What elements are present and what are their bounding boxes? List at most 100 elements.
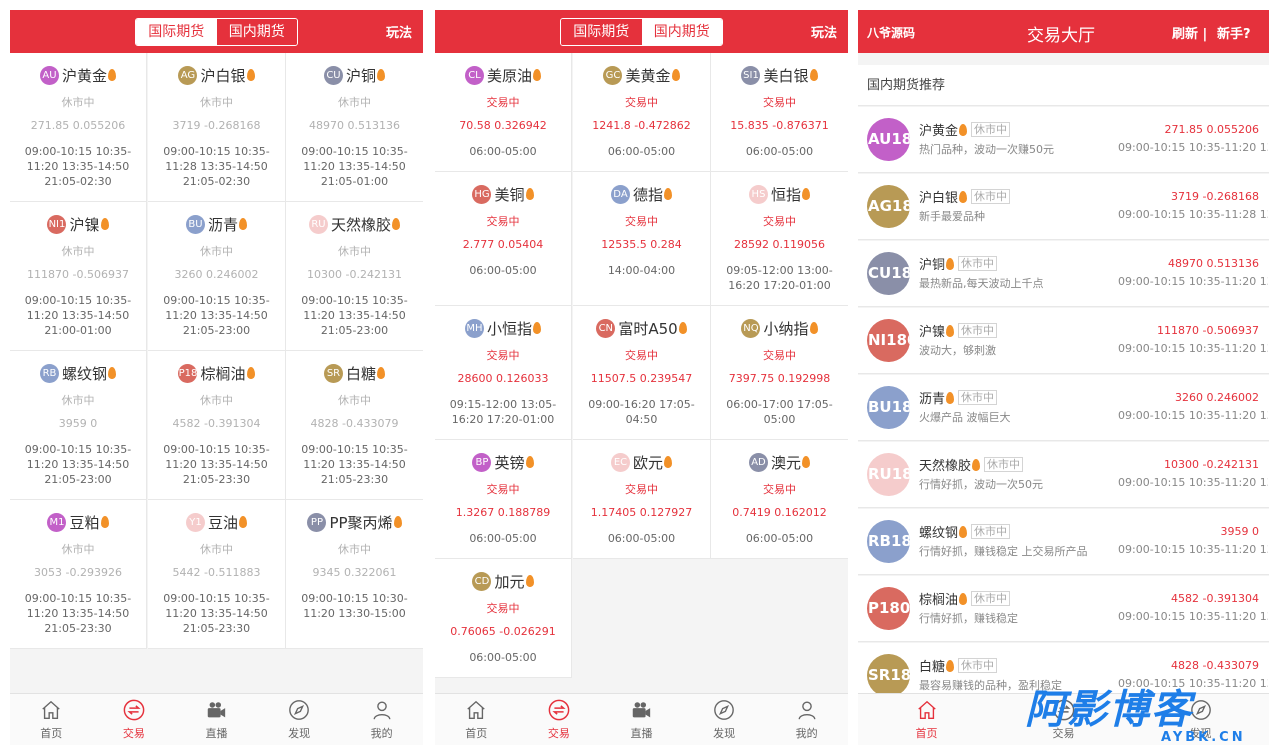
futures-cell[interactable]: AD 澳元 交易中 0.7419 0.162012 06:00-05:00 xyxy=(711,440,848,559)
item-title: 沥青 休市中 xyxy=(919,388,998,407)
futures-cell[interactable]: Y1 豆油 休市中 5442 -0.511883 09:00-10:15 10:35-1… xyxy=(148,500,286,649)
price-change: 9345 0.322061 xyxy=(312,566,397,579)
trading-hours: 09:00-10:15 10:35-11:20 13:35-14:50 21:0… xyxy=(24,294,132,337)
newbie-help-button[interactable]: 新手? xyxy=(1217,23,1251,42)
tab-domestic[interactable]: 国内期货 xyxy=(216,19,297,45)
user-icon xyxy=(371,699,393,721)
futures-cell[interactable]: HG 美铜 交易中 2.777 0.05404 06:00-05:00 xyxy=(435,172,572,306)
futures-cell[interactable]: GC 美黄金 交易中 1241.8 -0.472862 06:00-05:00 xyxy=(573,53,711,172)
futures-cell[interactable]: AU 沪黄金 休市中 271.85 0.055206 09:00-10:15 10:35… xyxy=(10,53,147,202)
nav-item-compass[interactable]: 发现 xyxy=(683,694,766,745)
price-change: 271.85 0.055206 xyxy=(1164,123,1259,136)
trading-hours: 09:00-10:15 10:35-11:20 13:35-14:50 21:0… xyxy=(163,443,270,486)
page-title: 交易大厅 xyxy=(1027,26,1095,46)
header-bar: 国际期货 国内期货 玩法 xyxy=(10,10,423,53)
symbol-badge: CD xyxy=(472,571,492,591)
recommend-item[interactable]: AG18 沪白银 休市中 新手最爱品种 3719 -0.268168 09:00-10:1… xyxy=(858,174,1269,240)
trading-hours: 09:00-10:15 10:35-11:20 13:35-14:50 21:0… xyxy=(1118,543,1268,556)
nav-item-camera[interactable]: 直播 xyxy=(175,694,258,745)
futures-cell[interactable]: BP 英镑 交易中 1.3267 0.188789 06:00-05:00 xyxy=(435,440,572,559)
watermark-text: 阿影博客 xyxy=(1025,687,1193,733)
nav-item-user[interactable]: 我的 xyxy=(765,694,848,745)
futures-cell[interactable]: RU 天然橡胶 休市中 10300 -0.242131 09:00-10:15 10:3… xyxy=(286,202,423,351)
tab-international[interactable]: 国际期货 xyxy=(561,19,642,45)
futures-cell[interactable]: CN 富时A50 交易中 11507.5 0.239547 09:00-16:20 17… xyxy=(573,306,711,440)
item-title: 沪黄金 休市中 xyxy=(919,120,1011,139)
recommend-item[interactable]: BU18 沥青 休市中 火爆产品 波幅巨大 3260 0.246002 09:00-10:… xyxy=(858,375,1269,441)
nav-item-exchange[interactable]: 交易 xyxy=(518,694,601,745)
recommend-item[interactable]: NI180 沪镍休市中波动大，够刺激 111870 -0.506937 09:00-1… xyxy=(858,308,1269,374)
cell-name-row: SI1 美白银 xyxy=(711,65,848,85)
trading-hours: 09:00-10:15 10:35-11:20 13:35-14:50 21:0… xyxy=(163,294,270,337)
flame-icon xyxy=(100,218,109,230)
futures-cell[interactable]: BU 沥青 休市中 3260 0.246002 09:00-10:15 10:35-11… xyxy=(148,202,286,351)
cell-name-row: AG 沪白银 xyxy=(148,65,285,85)
recommend-item[interactable]: RU18 天然橡胶 休市中 行情好抓，波动一次50元 10300 -0.242131 09… xyxy=(858,442,1269,508)
tab-domestic[interactable]: 国内期货 xyxy=(641,19,722,45)
futures-cell[interactable]: P18 棕榈油 休市中 4582 -0.391304 09:00-10:15 10:35… xyxy=(148,351,286,500)
symbol-badge: P18 xyxy=(178,363,198,383)
futures-cell[interactable]: M1 豆粕 休市中 3053 -0.293926 09:00-10:15 10:35-1… xyxy=(10,500,147,649)
commodity-name: 美原油 xyxy=(486,66,532,85)
commodity-name: 美铜 xyxy=(494,185,525,204)
refresh-button[interactable]: 刷新 | xyxy=(1172,23,1207,42)
commodity-name: 豆油 xyxy=(207,513,238,532)
commodity-name: 沪黄金 xyxy=(61,66,107,85)
guide-link[interactable]: 玩法 xyxy=(811,22,837,41)
status-tag: 休市中 xyxy=(971,189,1011,204)
user-icon xyxy=(796,699,818,721)
home-icon xyxy=(465,699,487,721)
nav-item-user[interactable]: 我的 xyxy=(340,694,423,745)
futures-cell[interactable]: AG 沪白银 休市中 3719 -0.268168 09:00-10:15 10:35-… xyxy=(148,53,286,202)
nav-item-exchange[interactable]: 交易 xyxy=(93,694,176,745)
flame-icon xyxy=(802,188,810,200)
futures-cell[interactable]: DA 德指 交易中 12535.5 0.284 14:00-04:00 xyxy=(573,172,711,306)
nav-item-home[interactable]: 首页 xyxy=(10,694,93,745)
status-tag: 休市中 xyxy=(958,256,998,271)
home-icon xyxy=(40,699,62,721)
futures-cell[interactable]: CL 美原油 交易中 70.58 0.326942 06:00-05:00 xyxy=(435,53,572,172)
recommend-item[interactable]: CU18 沪铜 休市中 最热新品,每天波动上千点 48970 0.513136 09:00… xyxy=(858,241,1269,307)
guide-link[interactable]: 玩法 xyxy=(386,22,412,41)
exchange-icon xyxy=(548,699,570,721)
recommend-item[interactable]: RB18 螺纹钢 休市中 行情好抓，赚钱稳定 上交易所产品 3959 0 09:00-10… xyxy=(858,509,1269,575)
futures-cell[interactable]: CU 沪铜 休市中 48970 0.513136 09:00-10:15 10:35-1… xyxy=(286,53,423,202)
futures-cell[interactable]: NQ 小纳指 交易中 7397.75 0.192998 06:00-17:00 17:0… xyxy=(711,306,848,440)
trading-hours: 09:00-16:20 17:05-04:50 xyxy=(588,398,695,426)
price-change: 48970 0.513136 xyxy=(1168,257,1259,270)
symbol-badge: PP xyxy=(307,512,327,532)
futures-cell[interactable]: SR 白糖 休市中 4828 -0.433079 09:00-10:15 10:35-1… xyxy=(286,351,423,500)
recommend-item[interactable]: P180 棕榈油 休市中 行情好抓，赚钱稳定 4582 -0.391304 09:00-1… xyxy=(858,576,1269,642)
price-change: 7397.75 0.192998 xyxy=(728,372,831,385)
futures-cell[interactable]: PP PP聚丙烯 休市中 9345 0.322061 09:00-10:15 10:30… xyxy=(286,500,423,649)
nav-label: 发现 xyxy=(288,727,311,740)
futures-cell[interactable]: HS 恒指 交易中 28592 0.119056 09:05-12:00 13:00-1… xyxy=(711,172,848,306)
nav-item-camera[interactable]: 直播 xyxy=(600,694,683,745)
trade-status: 休市中 xyxy=(338,394,371,407)
trade-status: 休市中 xyxy=(200,96,233,109)
recommend-item[interactable]: AU18 沪黄金 休市中 热门品种，波动一次赚50元 271.85 0.055206 09… xyxy=(858,107,1269,173)
futures-cell[interactable]: EC 欧元 交易中 1.17405 0.127927 06:00-05:00 xyxy=(573,440,711,559)
cell-name-row: P18 棕榈油 xyxy=(148,363,285,383)
futures-cell[interactable]: CD 加元 交易中 0.76065 -0.026291 06:00-05:00 xyxy=(435,559,572,678)
futures-cell[interactable]: MH 小恒指 交易中 28600 0.126033 09:15-12:00 13:05-… xyxy=(435,306,572,440)
symbol-badge: SI1 xyxy=(741,65,761,85)
market-switch: 国际期货 国内期货 xyxy=(560,18,723,46)
price-change: 10300 -0.242131 xyxy=(1164,458,1259,471)
item-title: 沪镍 休市中 xyxy=(919,321,998,340)
flame-icon xyxy=(959,525,968,538)
tab-international[interactable]: 国际期货 xyxy=(136,19,217,45)
flame-icon xyxy=(946,659,955,672)
cell-name-row: RB 螺纹钢 xyxy=(10,363,146,383)
futures-cell[interactable]: SI1 美白银 交易中 15.835 -0.876371 06:00-05:00 xyxy=(711,53,848,172)
commodity-name: 螺纹钢 xyxy=(919,526,959,541)
nav-item-compass[interactable]: 发现 xyxy=(258,694,341,745)
futures-cell[interactable]: RB 螺纹钢 休市中 3959 0 09:00-10:15 10:35-11:20 13… xyxy=(10,351,147,500)
futures-cell[interactable]: NI1 沪镍 休市中 111870 -0.506937 09:00-10:15 10:3… xyxy=(10,202,147,351)
commodity-name: 小纳指 xyxy=(763,319,809,338)
nav-item-home[interactable]: 首页 xyxy=(435,694,518,745)
nav-item-home[interactable]: 首页 xyxy=(858,694,995,745)
header-bar: 国际期货 国内期货 玩法 xyxy=(435,10,848,53)
commodity-name: 棕榈油 xyxy=(200,364,246,383)
symbol-avatar: AU18 xyxy=(867,118,910,161)
